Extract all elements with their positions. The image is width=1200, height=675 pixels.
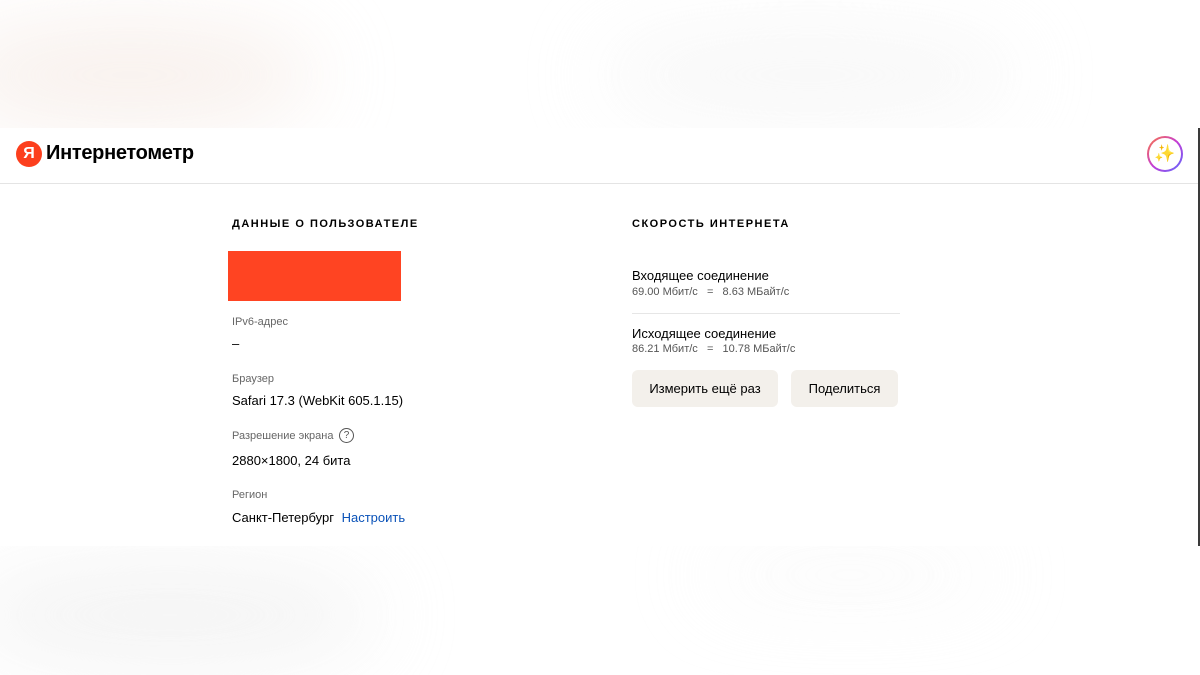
help-icon[interactable]: ? — [339, 428, 354, 443]
redacted-ip-address — [228, 251, 401, 301]
internetometer-page: Я Интернетометр ✨ ДАННЫЕ О ПОЛЬЗОВАТЕЛЕ … — [0, 128, 1200, 546]
incoming-connection-value: 69.00 Мбит/с = 8.63 МБайт/с — [632, 286, 790, 298]
region-settings-link[interactable]: Настроить — [342, 510, 406, 525]
browser-label: Браузер — [232, 373, 274, 385]
screenshot-stage: Я Интернетометр ✨ ДАННЫЕ О ПОЛЬЗОВАТЕЛЕ … — [0, 0, 1200, 675]
divider — [632, 313, 900, 314]
avatar[interactable]: ✨ — [1147, 136, 1183, 172]
browser-value: Safari 17.3 (WebKit 605.1.15) — [232, 393, 404, 408]
region-value: Санкт-Петербург — [232, 510, 334, 525]
sparkles-icon: ✨ — [1154, 144, 1176, 163]
outgoing-connection-title: Исходящее соединение — [632, 326, 777, 341]
share-button[interactable]: Поделиться — [791, 370, 898, 407]
outgoing-connection-value: 86.21 Мбит/с = 10.78 МБайт/с — [632, 343, 796, 355]
ipv6-label: IPv6-адрес — [232, 316, 288, 328]
page-header: Я Интернетометр ✨ — [0, 128, 1198, 184]
incoming-connection-title: Входящее соединение — [632, 268, 769, 283]
resolution-label: Разрешение экрана — [232, 430, 334, 442]
region-row: Санкт-Петербург Настроить — [232, 510, 405, 525]
yandex-logo-icon[interactable]: Я — [16, 141, 42, 167]
background-blur — [700, 555, 1000, 595]
ipv6-value: – — [232, 336, 240, 351]
background-blur — [600, 30, 1020, 120]
background-blur — [0, 20, 320, 130]
remeasure-button[interactable]: Измерить ещё раз — [632, 370, 778, 407]
background-blur — [0, 560, 380, 670]
speed-title: СКОРОСТЬ ИНТЕРНЕТА — [632, 218, 790, 230]
brand-name[interactable]: Интернетометр — [46, 142, 194, 165]
region-label: Регион — [232, 489, 268, 501]
user-data-title: ДАННЫЕ О ПОЛЬЗОВАТЕЛЕ — [232, 218, 419, 230]
resolution-value: 2880×1800, 24 бита — [232, 453, 351, 468]
